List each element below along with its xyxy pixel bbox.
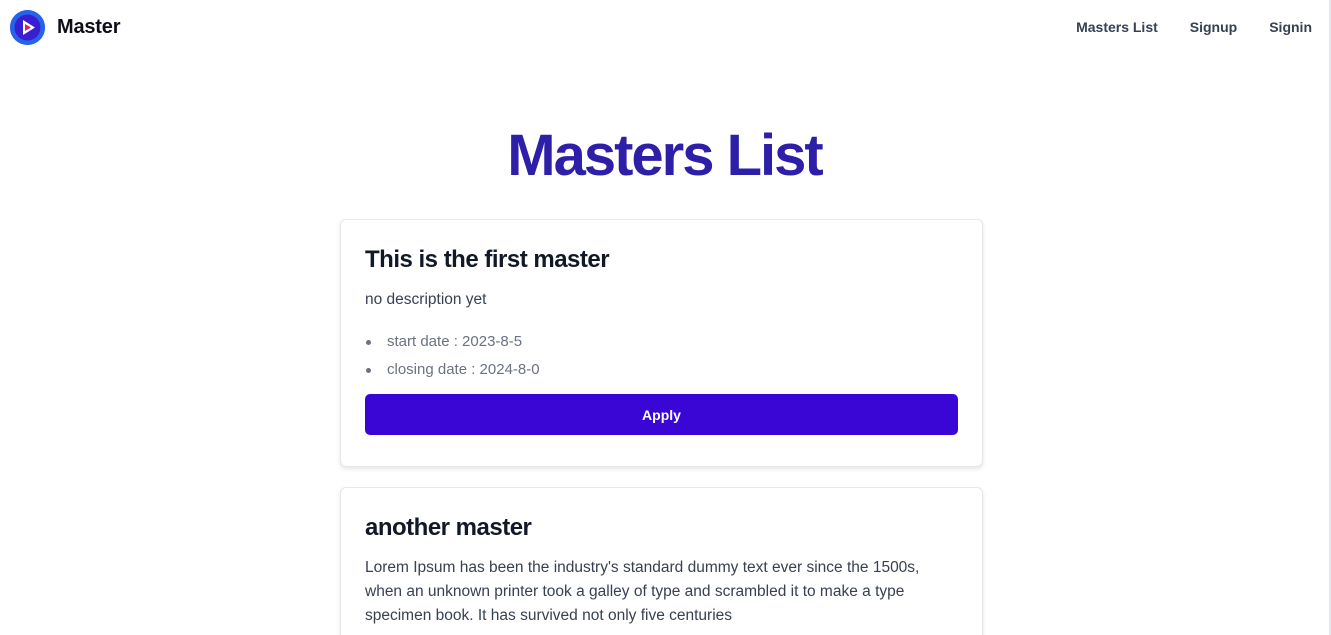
- master-title: This is the first master: [365, 246, 610, 273]
- master-title: another master: [365, 514, 532, 541]
- master-card: another master Lorem Ipsum has been the …: [340, 487, 983, 635]
- start-date: start date : 2023-8-5: [365, 328, 958, 356]
- apply-button[interactable]: Apply: [365, 394, 958, 435]
- play-icon: [10, 9, 45, 45]
- master-card: This is the first master no description …: [340, 219, 983, 467]
- page-title: Masters List: [507, 123, 823, 188]
- master-description: no description yet: [365, 291, 487, 308]
- master-dates: start date : 2023-8-5 closing date : 202…: [365, 328, 958, 384]
- brand-link[interactable]: Master: [10, 9, 121, 45]
- nav-link-signin[interactable]: Signin: [1269, 19, 1312, 35]
- closing-date: closing date : 2024-8-0: [365, 356, 958, 384]
- navbar: Master Masters List Signup Signin: [0, 0, 1329, 54]
- nav-links: Masters List Signup Signin: [1044, 19, 1312, 35]
- brand-name: Master: [57, 15, 121, 38]
- master-description: Lorem Ipsum has been the industry's stan…: [365, 559, 920, 624]
- nav-link-signup[interactable]: Signup: [1190, 19, 1237, 35]
- nav-link-masters-list[interactable]: Masters List: [1076, 19, 1158, 35]
